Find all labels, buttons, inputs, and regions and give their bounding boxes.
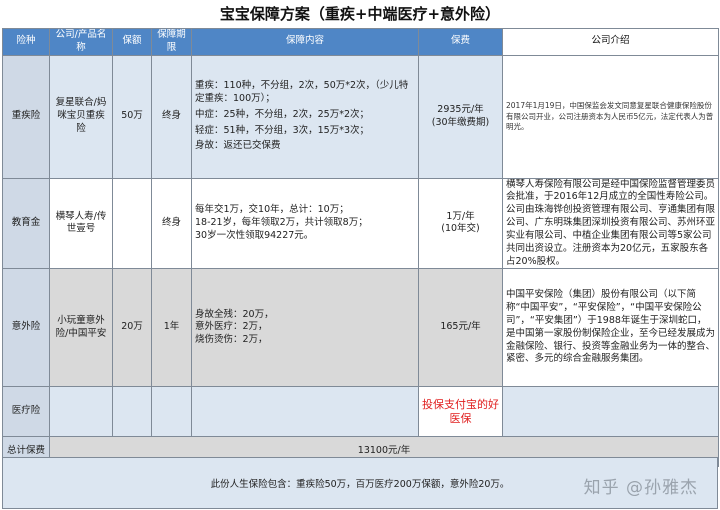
- insurance-plan-sheet: 宝宝保障方案（重疾+中端医疗+意外险） 险种 公司/产品名称 保额 保障期限 保…: [0, 0, 720, 510]
- medical-note: 投保支付宝的好医保: [422, 397, 499, 425]
- content-line: 身故全残：20万，: [195, 308, 274, 320]
- table-row-accident: 意外险 小玩童意外险/中国平安 20万 1年 身故全残：20万， 意外医疗：2万…: [2, 268, 719, 388]
- table-row-medical: 医疗险 投保支付宝的好医保: [2, 386, 719, 438]
- term-cell: [151, 386, 192, 438]
- premium-value: 165元/年: [440, 321, 481, 333]
- term-cell: 1年: [151, 268, 192, 388]
- premium-cell: 2935元/年 (30年缴费期): [418, 54, 503, 179]
- premium-note: (10年交): [441, 223, 480, 235]
- amount-cell: 50万: [112, 54, 152, 179]
- content-line: 中症：25种，不分组，2次，25万*2次；: [195, 108, 370, 120]
- product-cell: [49, 386, 113, 438]
- intro-cell: 横琴人寿保险有限公司是经中国保险监督管理委员会批准，于2016年12月成立的全国…: [502, 177, 719, 270]
- watermark: 知乎 @孙雅杰: [583, 478, 698, 498]
- header-kind: 险种: [2, 28, 50, 56]
- premium-value: 1万/年: [446, 210, 475, 222]
- product-cell: 小玩童意外险/中国平安: [49, 268, 113, 388]
- amount-cell: [112, 386, 152, 438]
- header-intro: 公司介绍: [502, 28, 719, 56]
- content-line: 30岁一次性领取94227元。: [195, 229, 314, 241]
- kind-cell: 意外险: [2, 268, 50, 388]
- page-title: 宝宝保障方案（重疾+中端医疗+意外险）: [219, 5, 501, 23]
- product-cell: 横琴人寿/传世壹号: [49, 177, 113, 270]
- amount-cell: [112, 177, 152, 270]
- kind-cell: 教育金: [2, 177, 50, 270]
- table-row-critical: 重疾险 复星联合/妈咪宝贝重疾险 50万 终身 重疾：110种，不分组，2次，5…: [2, 54, 719, 179]
- kind-cell: 重疾险: [2, 54, 50, 179]
- header-term: 保障期限: [151, 28, 192, 56]
- content-line: 意外医疗：2万，: [195, 321, 268, 333]
- header-product: 公司/产品名称: [49, 28, 113, 56]
- header-content: 保障内容: [191, 28, 419, 56]
- term-cell: 终身: [151, 177, 192, 270]
- content-cell: [191, 386, 419, 438]
- header-amount: 保额: [112, 28, 152, 56]
- intro-cell: 2017年1月19日，中国保监会发文同意复星联合健康保险股份有限公司开业，公司注…: [502, 54, 719, 179]
- plan-table: 险种 公司/产品名称 保额 保障期限 保障内容 保费 公司介绍 重疾险 复星联合…: [2, 28, 719, 468]
- premium-cell: 1万/年 (10年交): [418, 177, 503, 270]
- content-line: 烧伤烫伤：2万，: [195, 334, 268, 346]
- premium-note: (30年缴费期): [431, 116, 490, 128]
- header-row: 险种 公司/产品名称 保额 保障期限 保障内容 保费 公司介绍: [2, 28, 719, 56]
- content-line: 轻症：51种，不分组，3次，15万*3次；: [195, 124, 370, 136]
- premium-value: 2935元/年: [437, 103, 484, 115]
- premium-cell: 投保支付宝的好医保: [418, 386, 503, 438]
- content-cell: 每年交1万，交10年，总计：10万； 18-21岁，每年领取2万，共计领取8万；…: [191, 177, 419, 270]
- amount-cell: 20万: [112, 268, 152, 388]
- content-cell: 身故全残：20万， 意外医疗：2万， 烧伤烫伤：2万，: [191, 268, 419, 388]
- intro-cell: [502, 386, 719, 438]
- product-cell: 复星联合/妈咪宝贝重疾险: [49, 54, 113, 179]
- premium-cell: 165元/年: [418, 268, 503, 388]
- intro-cell: 中国平安保险（集团）股份有限公司（以下简称“中国平安”，“平安保险”，“中国平安…: [502, 268, 719, 388]
- term-cell: 终身: [151, 54, 192, 179]
- content-line: 每年交1万，交10年，总计：10万；: [195, 204, 349, 216]
- header-premium: 保费: [418, 28, 503, 56]
- content-cell: 重疾：110种，不分组，2次，50万*2次，（少儿特定重疾：100万）； 中症：…: [191, 54, 419, 179]
- table-row-education: 教育金 横琴人寿/传世壹号 终身 每年交1万，交10年，总计：10万； 18-2…: [2, 177, 719, 270]
- content-line: 身故：返还已交保费: [195, 140, 281, 152]
- content-line: 18-21岁，每年领取2万，共计领取8万；: [195, 217, 368, 229]
- kind-cell: 医疗险: [2, 386, 50, 438]
- content-line: 重疾：110种，不分组，2次，50万*2次，（少儿特定重疾：100万）；: [195, 80, 409, 104]
